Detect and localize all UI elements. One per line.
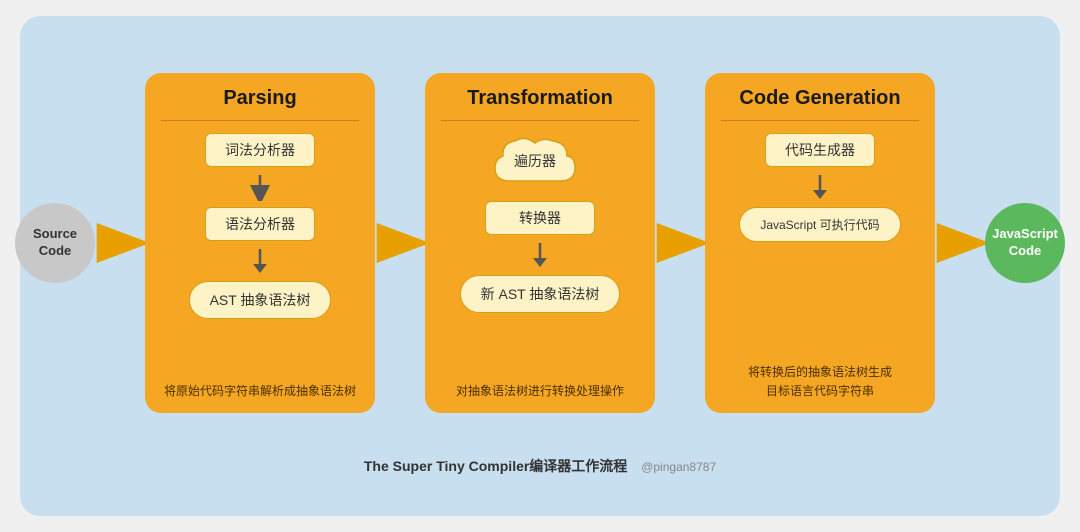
source-code-node: Source Code (15, 203, 95, 283)
transformation-divider (441, 120, 639, 121)
transformation-footer: 对抽象语法树进行转换处理操作 (456, 382, 624, 401)
arrow-parsing-to-transformation (375, 218, 425, 268)
arrow-transformation-to-codegen (655, 218, 705, 268)
code-generator-node: 代码生成器 (765, 133, 875, 167)
transformation-stage: Transformation 遍历器 转换器 (425, 73, 655, 413)
lexer-node: 词法分析器 (205, 133, 315, 167)
transformation-content: 遍历器 转换器 新 AST 抽象语法树 (441, 133, 639, 372)
footer-author: @pingan8787 (641, 460, 716, 474)
down-arrow-1 (248, 173, 272, 201)
svg-text:遍历器: 遍历器 (514, 153, 556, 169)
transformer-node: 转换器 (485, 201, 595, 235)
down-arrow-2 (248, 247, 272, 275)
footer: The Super Tiny Compiler编译器工作流程 @pingan87… (364, 456, 716, 476)
parsing-footer: 将原始代码字符串解析成抽象语法树 (164, 382, 356, 401)
parsing-title: Parsing (223, 87, 296, 110)
arrow-codegen-to-js (935, 218, 985, 268)
parser-node: 语法分析器 (205, 207, 315, 241)
parsing-content: 词法分析器 语法分析器 (161, 133, 359, 372)
parsing-stage: Parsing 词法分析器 语法分析器 (145, 73, 375, 413)
code-generation-title: Code Generation (739, 87, 900, 110)
js-code-node: JavaScript Code (985, 203, 1065, 283)
ast-node: AST 抽象语法树 (189, 281, 332, 319)
js-executable-node: JavaScript 可执行代码 (739, 207, 900, 242)
traverser-cloud-wrapper: 遍历器 (485, 133, 595, 193)
down-arrow-4 (808, 173, 832, 201)
main-container: Source Code Parsing 词法分析器 (20, 16, 1060, 516)
code-generation-footer: 将转换后的抽象语法树生成 目标语言代码字符串 (748, 363, 892, 401)
diagram-area: Source Code Parsing 词法分析器 (50, 36, 1030, 450)
code-generation-divider (721, 120, 919, 121)
code-generation-content: 代码生成器 JavaScript 可执行代码 (721, 133, 919, 353)
code-generation-stage: Code Generation 代码生成器 JavaScript 可执行代码 将… (705, 73, 935, 413)
new-ast-node: 新 AST 抽象语法树 (460, 275, 621, 313)
down-arrow-3 (528, 241, 552, 269)
parsing-divider (161, 120, 359, 121)
footer-title: The Super Tiny Compiler编译器工作流程 (364, 458, 627, 474)
transformation-title: Transformation (467, 87, 613, 110)
arrow-source-to-parsing (95, 218, 145, 268)
